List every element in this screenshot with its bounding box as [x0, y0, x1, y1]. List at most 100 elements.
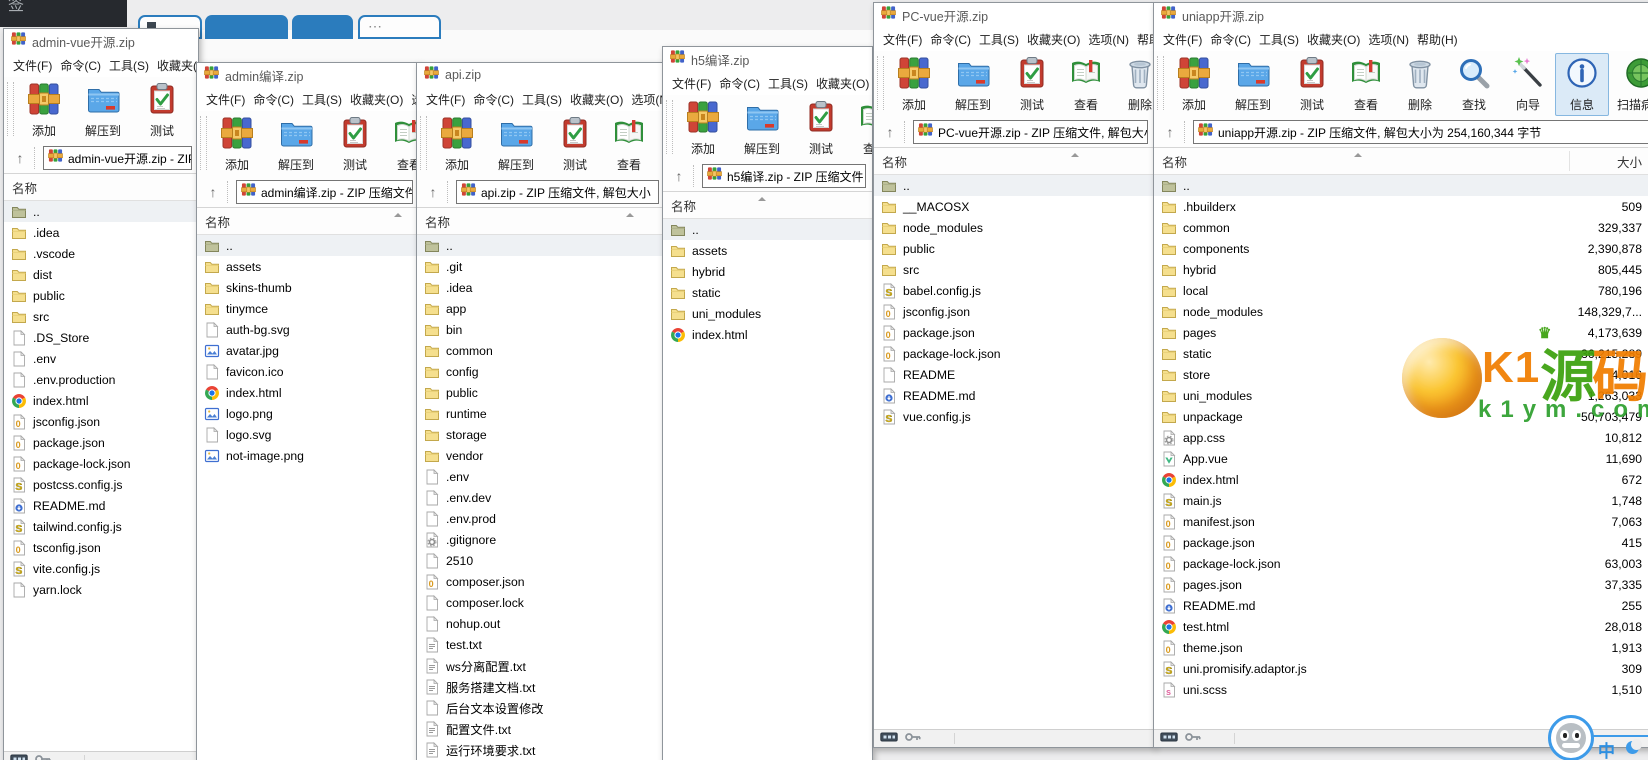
- extract-button[interactable]: 解压到: [730, 97, 794, 160]
- file-row[interactable]: hybrid: [663, 261, 872, 282]
- menu-item-2[interactable]: 工具(S): [977, 29, 1021, 50]
- column-header-name[interactable]: 名称: [874, 152, 907, 171]
- file-row[interactable]: tinymce: [197, 298, 419, 319]
- up-one-level-button[interactable]: ↑: [1158, 121, 1182, 143]
- file-row[interactable]: 0 package.json: [874, 322, 1154, 343]
- file-row[interactable]: ..: [197, 235, 419, 256]
- file-row[interactable]: components 2,390,878: [1154, 238, 1648, 259]
- file-row[interactable]: favicon.ico: [197, 361, 419, 382]
- window-titlebar[interactable]: uniapp开源.zip: [1154, 3, 1648, 27]
- file-row[interactable]: Smain.js 1,748: [1154, 490, 1648, 511]
- file-row[interactable]: assets: [197, 256, 419, 277]
- menu-item-4[interactable]: 选项(N): [629, 89, 665, 110]
- file-row[interactable]: App.vue 11,690: [1154, 448, 1648, 469]
- file-row[interactable]: public: [417, 382, 665, 403]
- file-row[interactable]: s uni.scss 1,510: [1154, 679, 1648, 700]
- wizard-button[interactable]: 向导: [1501, 53, 1555, 116]
- menu-item-3[interactable]: 收藏夹(O): [1025, 29, 1082, 50]
- file-row[interactable]: ..: [417, 235, 665, 256]
- file-row[interactable]: logo.svg: [197, 424, 419, 445]
- view-button[interactable]: 查看: [1059, 53, 1113, 116]
- file-row[interactable]: index.html: [663, 324, 872, 345]
- add-button[interactable]: 添加: [430, 113, 484, 176]
- file-row[interactable]: .env.production: [4, 369, 198, 390]
- file-row[interactable]: index.html: [4, 390, 198, 411]
- test-button[interactable]: 测试: [1005, 53, 1059, 116]
- background-tab-4[interactable]: ⋯: [358, 15, 441, 39]
- file-row[interactable]: uni_modules 1,263,033: [1154, 385, 1648, 406]
- file-row[interactable]: .env: [4, 348, 198, 369]
- file-row[interactable]: ..: [4, 201, 198, 222]
- extract-button[interactable]: 解压到: [71, 79, 135, 142]
- file-row[interactable]: 0 jsconfig.json: [4, 411, 198, 432]
- archive-path-combobox[interactable]: admin-vue开源.zip - ZIP 压缩文件: [43, 146, 192, 170]
- menu-item-0[interactable]: 文件(F): [204, 89, 247, 110]
- file-row[interactable]: .vscode: [4, 243, 198, 264]
- menu-item-2[interactable]: 工具(S): [1257, 29, 1301, 50]
- file-row[interactable]: .hbuilderx 509: [1154, 196, 1648, 217]
- test-button[interactable]: 测试: [1285, 53, 1339, 116]
- view-button[interactable]: 查看: [382, 113, 419, 176]
- up-one-level-button[interactable]: ↑: [8, 147, 32, 169]
- archive-path-combobox[interactable]: api.zip - ZIP 压缩文件, 解包大小: [456, 180, 659, 204]
- file-row[interactable]: test.txt: [417, 634, 665, 655]
- file-row[interactable]: local 780,196: [1154, 280, 1648, 301]
- test-button[interactable]: 测试: [548, 113, 602, 176]
- file-row[interactable]: 0 pages.json 37,335: [1154, 574, 1648, 595]
- file-row[interactable]: .DS_Store: [4, 327, 198, 348]
- menu-item-0[interactable]: 文件(F): [1161, 29, 1204, 50]
- add-button[interactable]: 添加: [887, 53, 941, 116]
- menu-item-1[interactable]: 命令(C): [471, 89, 516, 110]
- moon-icon[interactable]: [1626, 739, 1642, 754]
- window-titlebar[interactable]: admin编译.zip: [197, 63, 419, 87]
- up-one-level-button[interactable]: ↑: [201, 181, 225, 203]
- column-header-name[interactable]: 名称: [663, 196, 696, 215]
- archive-path-combobox[interactable]: h5编译.zip - ZIP 压缩文件: [702, 164, 866, 188]
- file-row[interactable]: 0 tsconfig.json: [4, 537, 198, 558]
- menu-item-4[interactable]: 选项(N): [1086, 29, 1131, 50]
- file-row[interactable]: .env.dev: [417, 487, 665, 508]
- menu-item-3[interactable]: 收藏夹(O): [814, 73, 871, 94]
- file-row[interactable]: README: [874, 364, 1154, 385]
- extract-button[interactable]: 解压到: [941, 53, 1005, 116]
- file-row[interactable]: src: [4, 306, 198, 327]
- file-row[interactable]: common: [417, 340, 665, 361]
- file-row[interactable]: store 4,016: [1154, 364, 1648, 385]
- test-button[interactable]: 测试: [135, 79, 189, 142]
- test-button[interactable]: 测试: [328, 113, 382, 176]
- file-row[interactable]: 0 package-lock.json: [874, 343, 1154, 364]
- file-row[interactable]: static 36,215,289: [1154, 343, 1648, 364]
- background-tab-3[interactable]: [292, 15, 353, 39]
- file-row[interactable]: bin: [417, 319, 665, 340]
- file-row[interactable]: index.html 672: [1154, 469, 1648, 490]
- menu-item-0[interactable]: 文件(F): [11, 55, 54, 76]
- file-row[interactable]: composer.lock: [417, 592, 665, 613]
- file-row[interactable]: not-image.png: [197, 445, 419, 466]
- file-row[interactable]: index.html: [197, 382, 419, 403]
- background-tab-2[interactable]: [205, 15, 288, 39]
- menu-item-1[interactable]: 命令(C): [58, 55, 103, 76]
- file-row[interactable]: unpackage 50,703,479: [1154, 406, 1648, 427]
- file-row[interactable]: 服务搭建文档.txt: [417, 676, 665, 697]
- file-row[interactable]: README.md 255: [1154, 595, 1648, 616]
- archive-path-combobox[interactable]: admin编译.zip - ZIP 压缩文件: [236, 180, 413, 204]
- window-titlebar[interactable]: api.zip: [417, 63, 665, 87]
- up-one-level-button[interactable]: ↑: [421, 181, 445, 203]
- extract-button[interactable]: 解压到: [484, 113, 548, 176]
- file-row[interactable]: storage: [417, 424, 665, 445]
- scan-button[interactable]: 扫描病毒: [1609, 53, 1648, 116]
- menu-item-3[interactable]: 收藏夹(O): [568, 89, 625, 110]
- up-one-level-button[interactable]: ↑: [667, 165, 691, 187]
- menu-item-2[interactable]: 工具(S): [107, 55, 151, 76]
- menu-item-1[interactable]: 命令(C): [1208, 29, 1253, 50]
- file-row[interactable]: runtime: [417, 403, 665, 424]
- file-row[interactable]: app.css 10,812: [1154, 427, 1648, 448]
- find-button[interactable]: 查找: [1447, 53, 1501, 116]
- window-titlebar[interactable]: h5编译.zip: [663, 47, 872, 71]
- column-header-name[interactable]: 名称: [417, 212, 450, 231]
- file-row[interactable]: auth-bg.svg: [197, 319, 419, 340]
- file-row[interactable]: .idea: [417, 277, 665, 298]
- file-row[interactable]: 0 theme.json 1,913: [1154, 637, 1648, 658]
- menu-item-0[interactable]: 文件(F): [881, 29, 924, 50]
- file-row[interactable]: Suni.promisify.adaptor.js 309: [1154, 658, 1648, 679]
